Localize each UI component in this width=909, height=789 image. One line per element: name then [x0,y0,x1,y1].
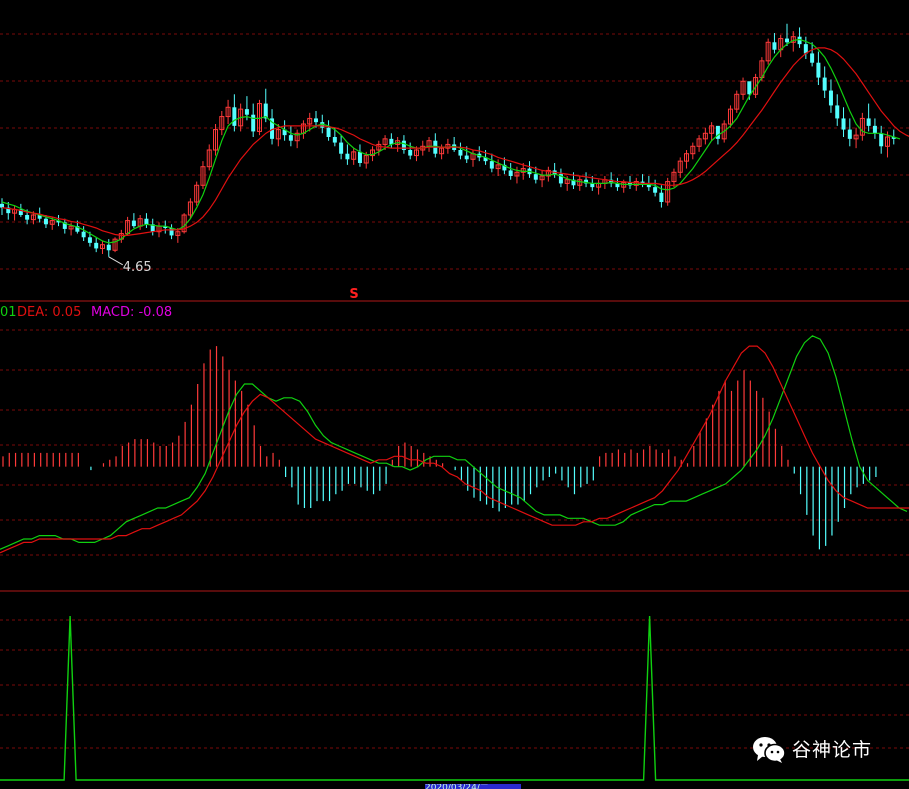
sell-marker: S [349,287,358,302]
watermark-text: 谷神论市 [792,739,873,761]
dea-line [0,345,909,554]
candle-body [835,105,840,119]
candle-body [25,215,30,220]
candle-body [866,118,871,126]
candle-body [816,62,821,78]
candle-body [43,218,48,225]
candle-body [94,242,99,249]
date-tag: 2020/03/24/二 [425,784,521,789]
candle-body [106,244,111,251]
candlesticks [0,23,896,257]
price-pane: 4.65 S [0,23,909,302]
candle-body [332,137,337,143]
candle-body [659,192,664,202]
candle-body [822,77,827,91]
dif-line [0,335,908,550]
legend-dea: DEA: 0.05 [17,305,81,320]
candle-body [345,153,350,160]
candle-body [326,127,331,137]
candle-body [87,237,92,243]
legend-dif: 01 [0,305,17,320]
candle-body [508,170,513,176]
macd-pane: 01 DEA: 0.05 MACD: -0.08 [0,305,909,554]
candle-body [144,218,149,225]
candle-body [232,107,237,126]
candle-body [653,187,658,193]
ma-fast-line [1,38,901,244]
ma-slow-line [1,47,909,236]
watermark: 谷神论市 [748,732,888,766]
candle-body [314,118,318,123]
candle-body [841,118,846,130]
low-annotation: 4.65 [108,256,152,275]
candle-body [81,231,86,238]
candle-body [244,109,249,115]
candle-body [879,133,884,147]
candle-body [872,125,877,134]
stock-chart: 4.65 S 01 DEA: 0.05 MACD: -0.08 [0,23,909,781]
candle-body [131,220,136,227]
candle-body [489,161,494,169]
candle-body [785,38,789,43]
low-label: 4.65 [123,260,152,275]
legend-macd: MACD: -0.08 [91,305,172,320]
candle-body [772,42,777,50]
candle-body [339,142,344,154]
wechat-icon [753,737,786,763]
candle-body [408,150,413,156]
candle-body [357,151,362,163]
candle-body [747,81,752,95]
candle-body [251,114,256,132]
candle-body [458,150,463,156]
candle-body [828,90,833,106]
candle-body [169,228,174,236]
candle-body [288,135,293,141]
candle-body [810,53,815,63]
candle-body [533,174,538,180]
candle-body [464,155,469,160]
low-arrow [108,256,124,266]
candle-body [0,203,4,208]
candle-body [847,129,852,139]
